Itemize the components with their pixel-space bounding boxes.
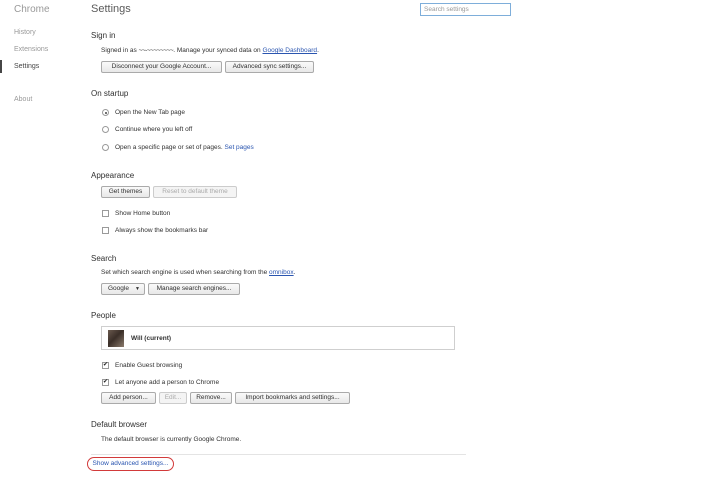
default-browser-heading: Default browser — [91, 420, 148, 429]
startup-specific-label: Open a specific page or set of pages. — [115, 144, 223, 151]
people-heading: People — [91, 311, 116, 320]
signin-account: ~~-~~~~~~~~ — [138, 47, 174, 54]
startup-specific-text: Open a specific page or set of pages. Se… — [115, 144, 254, 151]
edit-person-button[interactable]: Edit... — [159, 392, 187, 404]
startup-heading: On startup — [91, 89, 129, 98]
add-person-button[interactable]: Add person... — [101, 392, 156, 404]
startup-specific-radio[interactable] — [102, 144, 109, 151]
sidebar-item-settings[interactable]: Settings — [14, 63, 39, 70]
search-engine-select[interactable]: Google ▼ — [101, 283, 145, 295]
disconnect-account-button[interactable]: Disconnect your Google Account... — [101, 61, 222, 73]
show-advanced-settings-link[interactable]: Show advanced settings... — [87, 457, 174, 471]
search-desc-prefix: Set which search engine is used when sea… — [101, 269, 268, 276]
set-pages-link[interactable]: Set pages — [225, 144, 254, 151]
startup-continue-radio[interactable] — [102, 126, 109, 133]
avatar — [108, 330, 124, 347]
sidebar-brand: Chrome — [14, 4, 50, 15]
startup-newtab-radio[interactable] — [102, 109, 109, 116]
startup-continue-label: Continue where you left off — [115, 126, 193, 133]
omnibox-link[interactable]: omnibox — [269, 269, 294, 276]
sidebar-item-extensions[interactable]: Extensions — [14, 46, 48, 53]
search-input[interactable]: Search settings — [420, 3, 511, 16]
search-engine-value: Google — [108, 285, 129, 292]
sidebar: Chrome History Extensions Settings About — [0, 0, 78, 479]
anyone-add-checkbox[interactable]: ✔ — [102, 379, 109, 386]
import-bookmarks-button[interactable]: Import bookmarks and settings... — [235, 392, 350, 404]
guest-browsing-checkbox[interactable]: ✔ — [102, 362, 109, 369]
anyone-add-label: Let anyone add a person to Chrome — [115, 379, 220, 386]
google-dashboard-link[interactable]: Google Dashboard — [262, 47, 317, 54]
chevron-down-icon: ▼ — [135, 286, 140, 292]
sidebar-item-about[interactable]: About — [14, 96, 32, 103]
show-home-label: Show Home button — [115, 210, 171, 217]
signin-heading: Sign in — [91, 31, 116, 40]
guest-browsing-label: Enable Guest browsing — [115, 362, 183, 369]
sidebar-selection-indicator — [0, 60, 2, 73]
default-browser-text: The default browser is currently Google … — [101, 436, 242, 443]
current-user-name: Will (current) — [131, 335, 172, 342]
search-description: Set which search engine is used when sea… — [101, 269, 295, 276]
section-divider — [91, 454, 466, 455]
sidebar-item-history[interactable]: History — [14, 29, 36, 36]
search-heading: Search — [91, 254, 117, 263]
reset-theme-button[interactable]: Reset to default theme — [153, 186, 237, 198]
signin-mid: . Manage your synced data on — [173, 47, 261, 54]
show-home-checkbox[interactable] — [102, 210, 109, 217]
get-themes-button[interactable]: Get themes — [101, 186, 150, 198]
search-desc-end: . — [293, 269, 296, 276]
people-list[interactable]: Will (current) — [101, 326, 455, 350]
signin-prefix: Signed in as — [101, 47, 137, 54]
remove-person-button[interactable]: Remove... — [190, 392, 232, 404]
advanced-sync-button[interactable]: Advanced sync settings... — [225, 61, 314, 73]
page-title: Settings — [91, 3, 131, 15]
signin-end: . — [317, 47, 319, 54]
bookmarks-bar-checkbox[interactable] — [102, 227, 109, 234]
signin-text: Signed in as ~~-~~~~~~~~. Manage your sy… — [101, 47, 319, 54]
appearance-heading: Appearance — [91, 171, 135, 180]
startup-newtab-label: Open the New Tab page — [115, 109, 185, 116]
bookmarks-bar-label: Always show the bookmarks bar — [115, 227, 209, 234]
manage-search-engines-button[interactable]: Manage search engines... — [148, 283, 240, 295]
